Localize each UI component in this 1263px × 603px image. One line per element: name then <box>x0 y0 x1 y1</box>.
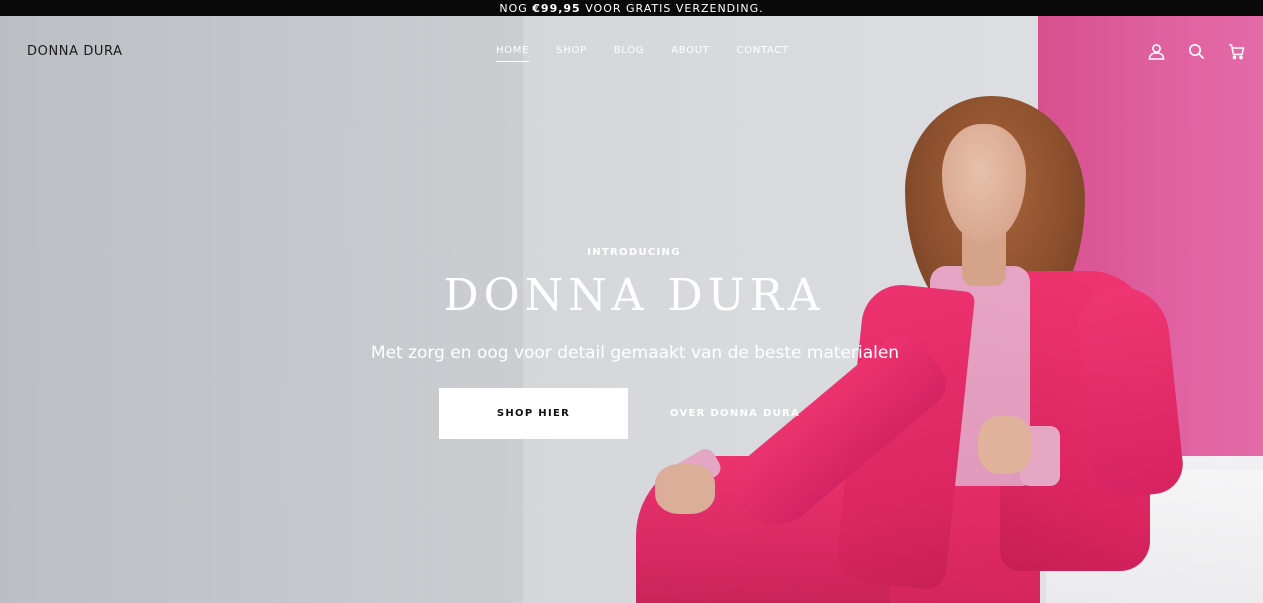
announcement-bar: NOG €99,95 VOOR GRATIS VERZENDING. <box>0 0 1263 16</box>
announcement-prefix: NOG <box>499 1 533 15</box>
main-nav: HOME SHOP BLOG ABOUT CONTACT <box>496 45 816 62</box>
hero-subtitle: Met zorg en oog voor detail gemaakt van … <box>370 343 900 363</box>
over-donna-dura-link[interactable]: OVER DONNA DURA <box>660 388 810 439</box>
nav-item-contact[interactable]: CONTACT <box>737 45 789 62</box>
account-icon[interactable] <box>1147 42 1165 60</box>
nav-item-about[interactable]: ABOUT <box>671 45 709 62</box>
hero-title: DONNA DURA <box>443 270 825 321</box>
nav-item-shop[interactable]: SHOP <box>556 45 587 62</box>
header-icons <box>1147 42 1245 60</box>
site-header: DONNA DURA HOME SHOP BLOG ABOUT CONTACT <box>0 16 1263 88</box>
cart-icon[interactable] <box>1227 42 1245 60</box>
announcement-amount: €99,95 <box>532 1 581 15</box>
announcement-suffix: VOOR GRATIS VERZENDING. <box>580 1 764 15</box>
nav-item-home[interactable]: HOME <box>496 45 530 62</box>
shop-hier-button[interactable]: SHOP HIER <box>439 388 628 439</box>
nav-item-blog[interactable]: BLOG <box>614 45 645 62</box>
search-icon[interactable] <box>1187 42 1205 60</box>
hero-eyebrow: INTRODUCING <box>587 247 681 258</box>
site-logo[interactable]: DONNA DURA <box>27 44 123 59</box>
